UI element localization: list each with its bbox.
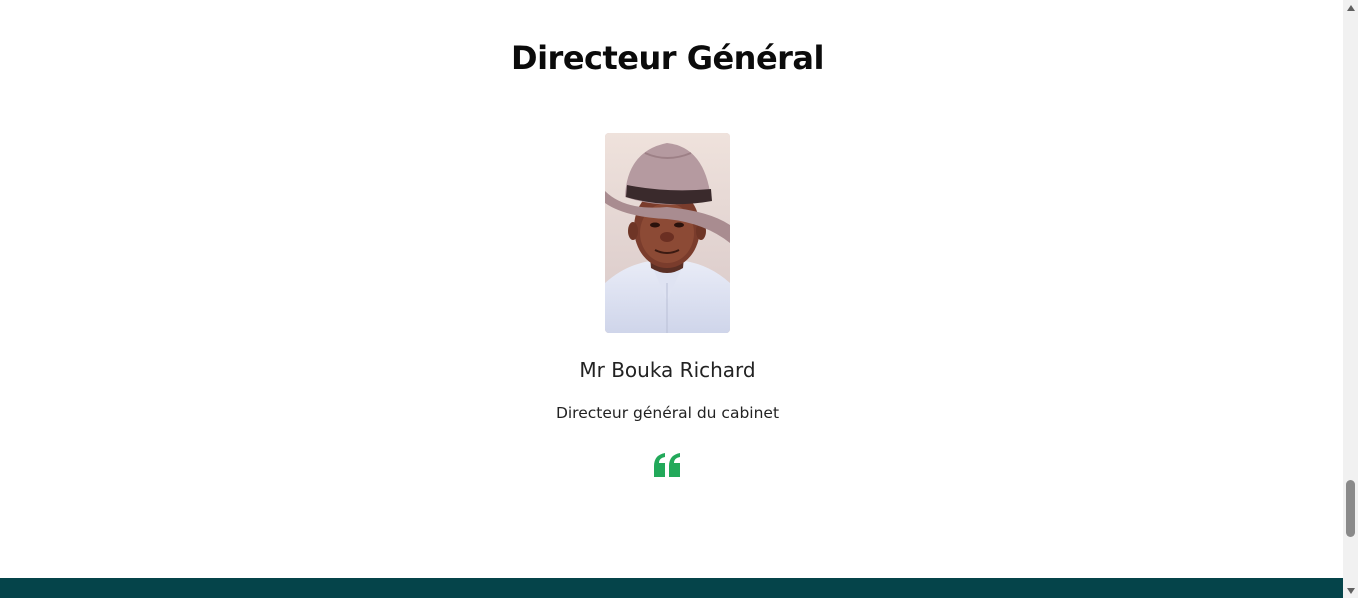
- portrait-photo-icon: [605, 133, 730, 333]
- director-role: Directeur général du cabinet: [555, 404, 780, 422]
- page-scrollbar[interactable]: [1343, 0, 1358, 598]
- scrollbar-thumb[interactable]: [1346, 480, 1355, 537]
- director-name: Mr Bouka Richard: [579, 358, 756, 382]
- footer-band: [0, 578, 1343, 598]
- scroll-up-arrow-icon[interactable]: [1343, 0, 1358, 15]
- quote-left-icon: [654, 453, 682, 477]
- director-photo: [605, 133, 730, 333]
- page-viewport: Directeur Général Mr Bouka Richard Direc…: [0, 0, 1343, 598]
- scroll-down-arrow-icon[interactable]: [1343, 583, 1358, 598]
- section-title: Directeur Général: [511, 39, 824, 77]
